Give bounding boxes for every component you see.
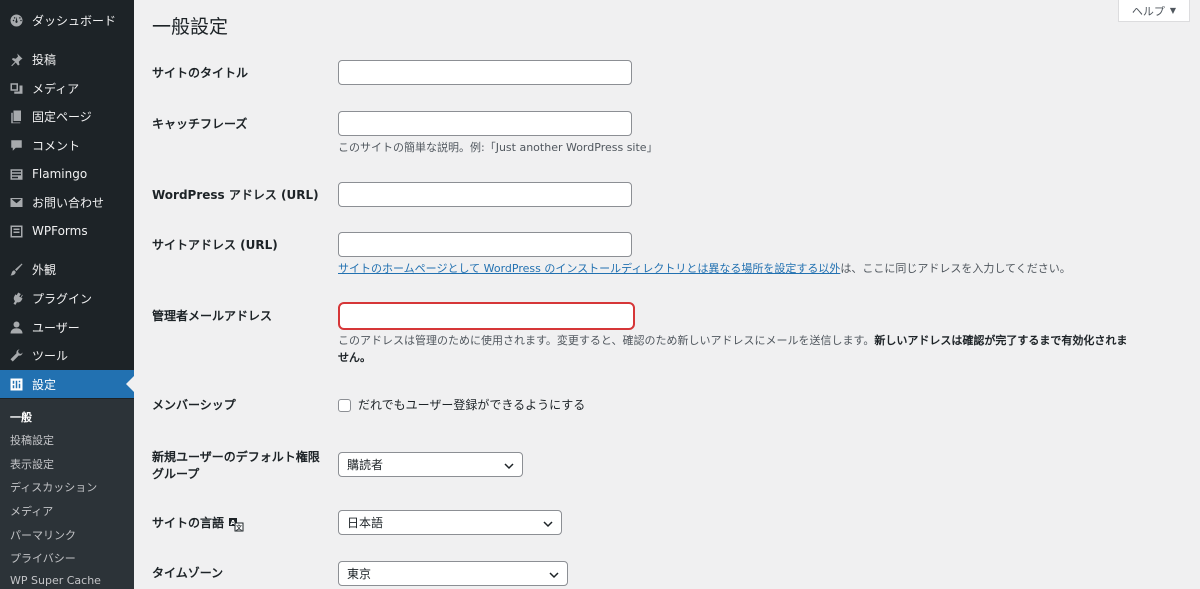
site-language-label-text: サイトの言語 <box>152 516 225 530</box>
sidebar-item-media[interactable]: メディア <box>0 74 134 102</box>
site-address-description-rest: は、ここに同じアドレスを入力してください。 <box>840 262 1071 275</box>
submenu-item-general[interactable]: 一般 <box>10 409 32 425</box>
submenu-item-discussion[interactable]: ディスカッション <box>10 479 97 495</box>
sidebar-item-label: メディア <box>32 81 80 96</box>
sidebar-item-label: 外観 <box>32 262 57 277</box>
media-icon <box>8 80 24 96</box>
user-icon <box>8 319 24 335</box>
tagline-label: キャッチフレーズ <box>152 117 248 131</box>
admin-email-description-bold-cont: せん。 <box>338 351 371 364</box>
site-language-value: 日本語 <box>347 516 384 530</box>
site-address-description: サイトのホームページとして WordPress のインストールディレクトリとは異… <box>338 260 1071 278</box>
admin-email-description-text: このアドレスは管理のために使用されます。変更すると、確認のため新しいアドレスにメ… <box>338 334 875 347</box>
dashboard-icon <box>8 12 24 28</box>
submenu-item-reading[interactable]: 表示設定 <box>10 456 54 472</box>
svg-text:文: 文 <box>235 524 243 532</box>
admin-sidebar: ダッシュボード 投稿 メディア 固定ページ コメント Flamingo お問い合… <box>0 0 134 589</box>
submenu-item-media[interactable]: メディア <box>10 503 53 519</box>
sidebar-item-label: 固定ページ <box>32 109 92 124</box>
chevron-down-icon <box>504 460 514 470</box>
help-button[interactable]: ヘルプ ▼ <box>1118 0 1190 22</box>
submenu-item-permalinks[interactable]: パーマリンク <box>10 527 76 543</box>
caret-down-icon: ▼ <box>1169 6 1177 15</box>
wp-address-input[interactable] <box>338 182 632 207</box>
sidebar-item-label: Flamingo <box>32 167 88 181</box>
admin-email-description-bold: 新しいアドレスは確認が完了するまで有効化されま <box>874 334 1128 347</box>
default-role-select[interactable]: 購読者 <box>338 452 523 477</box>
help-label: ヘルプ <box>1131 4 1165 18</box>
flamingo-icon <box>8 166 24 182</box>
page-icon <box>8 108 24 124</box>
site-address-input[interactable] <box>338 232 632 257</box>
timezone-select[interactable]: 東京 <box>338 561 568 586</box>
sidebar-item-wpforms[interactable]: WPForms <box>0 217 134 245</box>
chevron-down-icon <box>543 518 553 528</box>
sidebar-item-label: 投稿 <box>32 52 57 67</box>
sidebar-item-label: コメント <box>32 138 81 153</box>
site-language-select[interactable]: 日本語 <box>338 510 562 535</box>
page-title: 一般設定 <box>152 16 229 38</box>
site-title-input[interactable] <box>338 60 632 85</box>
sidebar-item-label: ユーザー <box>32 320 80 335</box>
sidebar-item-posts[interactable]: 投稿 <box>0 45 134 73</box>
sidebar-item-tools[interactable]: ツール <box>0 341 134 369</box>
sidebar-item-users[interactable]: ユーザー <box>0 313 134 341</box>
comment-icon <box>8 137 24 153</box>
sidebar-item-label: お問い合わせ <box>32 195 105 210</box>
admin-email-input[interactable] <box>338 302 635 330</box>
sidebar-item-settings[interactable]: 設定 <box>0 370 134 398</box>
sidebar-item-contact[interactable]: お問い合わせ <box>0 188 134 216</box>
site-title-label: サイトのタイトル <box>152 66 249 80</box>
default-role-value: 購読者 <box>347 458 384 472</box>
sidebar-item-flamingo[interactable]: Flamingo <box>0 160 134 188</box>
pin-icon <box>8 51 24 67</box>
sidebar-item-dashboard[interactable]: ダッシュボード <box>0 6 134 34</box>
sidebar-item-label: 設定 <box>32 377 57 392</box>
chevron-down-icon <box>549 569 559 579</box>
sidebar-item-label: プラグイン <box>32 291 93 306</box>
wp-address-label: WordPress アドレス (URL) <box>152 188 319 202</box>
mail-icon <box>8 194 24 210</box>
brush-icon <box>8 261 24 277</box>
sidebar-item-label: ツール <box>32 348 69 363</box>
sidebar-item-pages[interactable]: 固定ページ <box>0 102 134 130</box>
default-role-label-cont: グループ <box>152 467 200 481</box>
translation-icon: A文 <box>228 516 244 532</box>
admin-email-description-cont: せん。 <box>338 349 371 367</box>
tagline-description: このサイトの簡単な説明。例:「Just another WordPress si… <box>338 141 658 154</box>
site-address-label: サイトアドレス (URL) <box>152 238 278 252</box>
timezone-value: 東京 <box>347 567 372 581</box>
tagline-input[interactable] <box>338 111 632 136</box>
membership-checkbox[interactable] <box>338 399 351 412</box>
submenu-item-privacy[interactable]: プライバシー <box>10 550 76 566</box>
site-language-label: サイトの言語 A 文 <box>152 514 244 532</box>
submenu-item-wp-super-cache[interactable]: WP Super Cache <box>10 574 101 587</box>
settings-icon <box>8 376 24 392</box>
membership-checkbox-label[interactable]: だれでもユーザー登録ができるようにする <box>358 396 585 414</box>
forms-icon <box>8 223 24 239</box>
wrench-icon <box>8 347 24 363</box>
timezone-label: タイムゾーン <box>152 566 224 580</box>
site-address-help-link[interactable]: サイトのホームページとして WordPress のインストールディレクトリとは異… <box>338 262 840 275</box>
default-role-label: 新規ユーザーのデフォルト権限 <box>152 450 320 464</box>
sidebar-item-plugins[interactable]: プラグイン <box>0 284 134 312</box>
sidebar-item-label: WPForms <box>32 224 88 238</box>
sidebar-item-label: ダッシュボード <box>32 13 117 28</box>
admin-email-description: このアドレスは管理のために使用されます。変更すると、確認のため新しいアドレスにメ… <box>338 332 1127 350</box>
admin-email-label: 管理者メールアドレス <box>152 309 273 323</box>
sidebar-item-comments[interactable]: コメント <box>0 131 134 159</box>
settings-submenu: 一般 投稿設定 表示設定 ディスカッション メディア パーマリンク プライバシー… <box>0 399 134 589</box>
plugin-icon <box>8 290 24 306</box>
membership-label: メンバーシップ <box>152 398 236 412</box>
sidebar-item-appearance[interactable]: 外観 <box>0 255 134 283</box>
submenu-item-writing[interactable]: 投稿設定 <box>10 432 54 448</box>
